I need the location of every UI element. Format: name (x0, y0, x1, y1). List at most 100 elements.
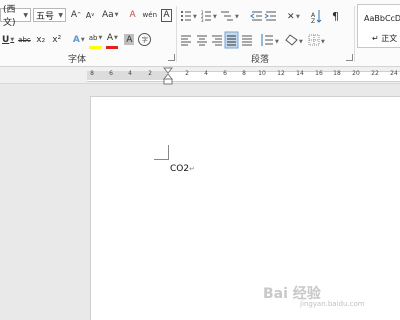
superscript-button[interactable]: x² (51, 32, 63, 48)
align-right-icon[interactable] (212, 35, 222, 46)
paragraph-group-label: 段落 (251, 55, 270, 65)
svg-text:✕: ✕ (287, 12, 295, 22)
ruler-margin (87, 71, 167, 80)
underline-icon: U (2, 34, 10, 45)
decrease-indent-icon[interactable] (250, 11, 262, 21)
change-case-button[interactable]: Aa ▼ (102, 7, 119, 23)
char-border-icon: A (163, 10, 170, 20)
svg-text:3: 3 (201, 18, 204, 23)
ruler-tick-label: 24 (390, 70, 398, 77)
indent-marker-icon[interactable] (163, 67, 173, 85)
group-divider (176, 6, 177, 62)
style-sample: AaBbCcDd (364, 14, 400, 23)
chevron-down-icon: ▼ (58, 11, 63, 19)
line-spacing-icon[interactable]: ▼ (261, 34, 279, 46)
ribbon: (西文) ▼ 五号 ▼ A ^ Av Aa ▼ A wén A U ▼ abc … (0, 0, 400, 67)
document-content: CO2 (170, 164, 190, 174)
sort-icon[interactable]: AZ (311, 10, 322, 25)
highlighter-icon: ab (88, 34, 98, 42)
enclose-char-button[interactable]: 字 (138, 33, 152, 46)
svg-text:▼: ▼ (299, 39, 303, 45)
chinese-layout-icon[interactable]: ✕ ▼ (287, 12, 300, 22)
document-page[interactable]: CO2↵ (90, 96, 400, 320)
document-text[interactable]: CO2↵ (170, 164, 195, 174)
watermark-url: jingyan.baidu.com (300, 300, 365, 308)
subscript-button[interactable]: x₂ (35, 32, 47, 48)
underline-button[interactable]: U ▼ (2, 32, 14, 48)
ruler-tick-label: 8 (242, 70, 246, 77)
svg-text:▼: ▼ (321, 39, 325, 45)
ruler-tick-label: 14 (296, 70, 304, 77)
pinyin-icon: wén (142, 11, 157, 19)
strikethrough-button[interactable]: abc (18, 32, 31, 48)
grow-font-button[interactable]: A ^ (70, 7, 82, 23)
ruler-tick-label: 16 (315, 70, 323, 77)
font-size-dropdown[interactable]: 五号 ▼ (33, 8, 66, 22)
align-left-icon[interactable] (181, 35, 191, 46)
svg-text:¶: ¶ (332, 10, 339, 23)
ruler-tick-label: 6 (109, 70, 113, 77)
superscript-icon: x² (52, 34, 62, 45)
ruler-tick-label: 10 (258, 70, 266, 77)
paragraph-group-icons: ▼ 1 2 3 ▼ ▼ ✕ ▼ AZ ¶ ▼ ▼ ▼ (181, 10, 339, 49)
paragraph-mark-icon: ↵ (189, 165, 195, 173)
ruler-tick-label: 12 (277, 70, 285, 77)
ruler-tick-label: 8 (90, 70, 94, 77)
increase-indent-icon[interactable] (264, 11, 276, 21)
font-name-value: (西文) (3, 5, 16, 28)
font-group-label: 字体 (68, 55, 87, 65)
align-center-icon[interactable] (197, 35, 207, 46)
font-color-icon: A (106, 33, 114, 43)
text-effect-icon: A (72, 34, 80, 45)
paragraph-dialog-launcher-icon[interactable] (346, 54, 353, 61)
font-color-button[interactable]: A ▼ (106, 30, 119, 49)
multilevel-list-icon[interactable]: ▼ (221, 11, 239, 21)
char-shading-button[interactable]: A (124, 34, 135, 45)
svg-text:▼: ▼ (213, 14, 217, 20)
chevron-down-icon: ▼ (23, 11, 28, 19)
style-name: ↵ 正文 (372, 34, 398, 43)
subscript-icon: x₂ (36, 34, 46, 45)
bullets-icon[interactable]: ▼ (181, 11, 197, 21)
ruler-tick-label: 4 (128, 70, 132, 77)
font-name-dropdown[interactable]: (西文) ▼ (0, 5, 31, 28)
strikethrough-icon: abc (18, 35, 31, 44)
svg-text:▼: ▼ (275, 39, 279, 45)
ruler-tick-label: 2 (185, 70, 189, 77)
group-divider (354, 6, 355, 62)
change-case-icon: Aa (102, 10, 114, 20)
text-effect-button[interactable]: A ▼ (73, 32, 85, 48)
shading-icon[interactable]: ▼ (285, 34, 303, 48)
margin-corner-mark (154, 159, 168, 160)
pinyin-button[interactable]: wén (143, 7, 157, 23)
enclose-char-icon: 字 (141, 37, 148, 44)
ruler-tick-label: 20 (352, 70, 360, 77)
numbering-icon[interactable]: 1 2 3 ▼ (201, 10, 217, 23)
justify-icon[interactable] (224, 31, 239, 49)
svg-text:▼: ▼ (296, 14, 300, 20)
highlight-button[interactable]: ab ▼ (88, 30, 103, 49)
char-border-button[interactable]: A (161, 8, 172, 22)
distributed-icon[interactable] (242, 35, 252, 46)
font-row-1: (西文) ▼ 五号 ▼ A ^ Av Aa ▼ A wén A (0, 5, 174, 28)
shrink-font-button[interactable]: Av (84, 7, 96, 23)
borders-icon[interactable]: ▼ (308, 34, 325, 46)
char-shading-icon: A (126, 34, 133, 45)
ruler-tick-label: 4 (204, 70, 208, 77)
eraser-icon: A (129, 10, 136, 20)
ruler-tick-label: 6 (223, 70, 227, 77)
svg-text:▼: ▼ (193, 14, 197, 20)
ruler-tick-label: 2 (148, 70, 152, 77)
svg-text:▼: ▼ (235, 14, 239, 20)
style-gallery-normal[interactable]: AaBbCcDd ↵ 正文 (357, 4, 400, 48)
horizontal-ruler[interactable]: 8 6 4 2 2 4 6 8 10 12 14 16 18 20 22 24 (0, 67, 400, 85)
clear-format-button[interactable]: A (127, 7, 139, 23)
ruler-tick-label: 22 (371, 70, 379, 77)
font-size-value: 五号 (36, 11, 55, 22)
ruler-tick-label: 18 (333, 70, 341, 77)
show-marks-icon[interactable]: ¶ (332, 10, 339, 23)
font-row-2: U ▼ abc x₂ x² A ▼ ab ▼ A ▼ A 字 (2, 30, 153, 49)
font-dialog-launcher-icon[interactable] (168, 54, 175, 61)
margin-corner-mark (168, 145, 169, 160)
svg-text:Z: Z (311, 18, 315, 25)
